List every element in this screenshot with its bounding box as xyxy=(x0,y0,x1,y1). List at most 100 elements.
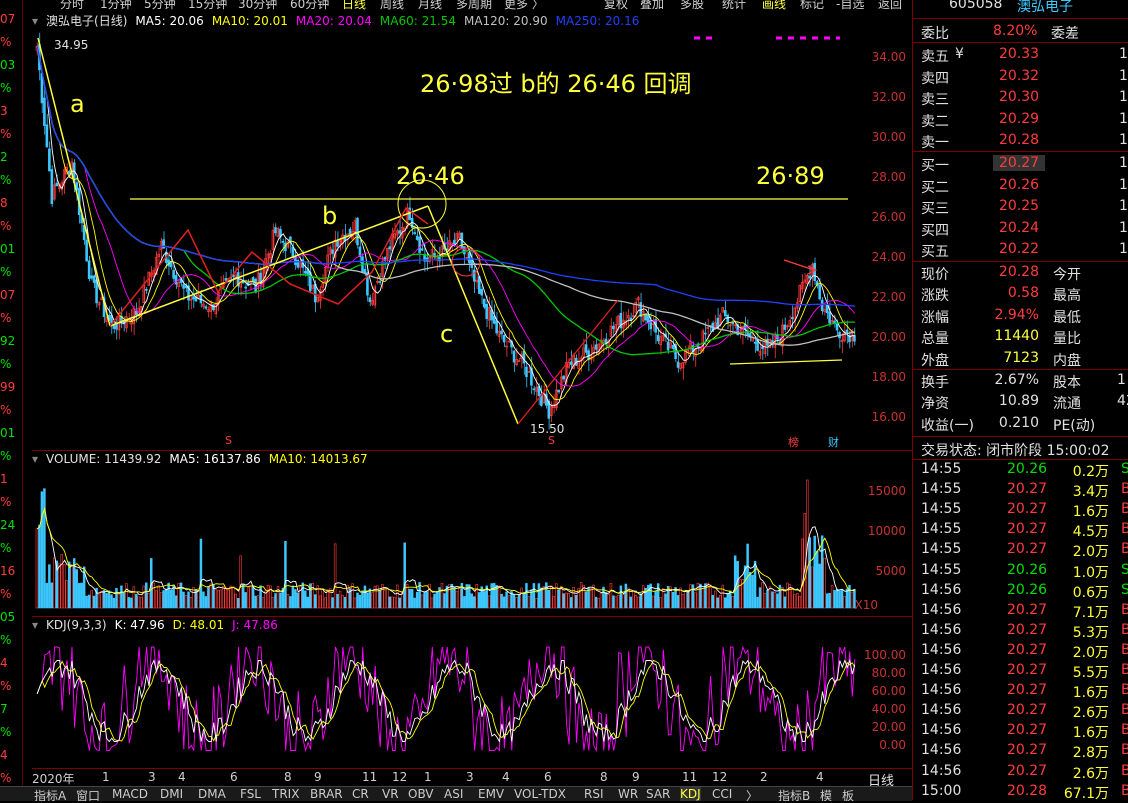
indicator-tab-4[interactable]: DMA xyxy=(198,787,226,801)
tick-row[interactable]: 14:56 20.27 2.0万 B xyxy=(913,641,1128,661)
left-strip-item[interactable]: 16 xyxy=(0,564,15,578)
buy-order-row[interactable]: 买四 20.24 1 xyxy=(913,218,1128,239)
indicator-tab-12[interactable]: EMV xyxy=(478,787,504,801)
left-strip-item[interactable]: % xyxy=(0,357,11,371)
tick-row[interactable]: 14:56 20.27 2.6万 B xyxy=(913,762,1128,782)
sell-order-row[interactable]: 卖二 20.29 1 xyxy=(913,109,1128,130)
left-strip-item[interactable]: 8 xyxy=(0,196,8,210)
menu-item-17[interactable]: -自选 xyxy=(836,0,864,12)
left-strip-item[interactable]: 7 xyxy=(0,702,8,716)
menu-item-13[interactable]: 多股 xyxy=(680,0,704,12)
indicator-tab-7[interactable]: BRAR xyxy=(310,787,343,801)
menu-item-3[interactable]: 15分钟 xyxy=(188,0,227,12)
left-strip-item[interactable]: 01 xyxy=(0,242,15,256)
left-strip-item[interactable]: % xyxy=(0,311,11,325)
tick-row[interactable]: 14:56 20.27 7.1万 B xyxy=(913,601,1128,621)
left-strip-item[interactable]: 2 xyxy=(0,150,8,164)
tick-row[interactable]: 14:55 20.27 1.6万 B xyxy=(913,500,1128,520)
buy-order-row[interactable]: 买五 20.22 1 xyxy=(913,239,1128,260)
left-strip-item[interactable]: 99 xyxy=(0,380,15,394)
indicator-tab-18[interactable]: CCI xyxy=(712,787,732,801)
indicator-tab-9[interactable]: VR xyxy=(382,787,399,801)
tick-row[interactable]: 14:56 20.27 5.5万 B xyxy=(913,661,1128,681)
left-strip-item[interactable]: 07 xyxy=(0,288,15,302)
indicator-tab-15[interactable]: WR xyxy=(618,787,638,801)
left-strip-item[interactable]: 01 xyxy=(0,426,15,440)
menu-item-6[interactable]: 日线 xyxy=(342,0,366,12)
left-strip-item[interactable]: 92 xyxy=(0,334,15,348)
indicator-tab-21[interactable]: 模 xyxy=(820,787,832,801)
indicator-tab-22[interactable]: 板 xyxy=(842,787,854,801)
left-strip-item[interactable]: % xyxy=(0,633,11,647)
menu-item-14[interactable]: 统计 xyxy=(722,0,746,12)
tick-row[interactable]: 14:55 20.27 3.4万 B xyxy=(913,480,1128,500)
menu-item-11[interactable]: 复权 xyxy=(604,0,628,12)
left-strip-item[interactable]: 4 xyxy=(0,748,8,762)
tick-row[interactable]: 14:55 20.27 4.5万 B xyxy=(913,520,1128,540)
tick-row[interactable]: 14:56 20.27 5.3万 B xyxy=(913,621,1128,641)
menu-item-16[interactable]: 标记 xyxy=(800,0,824,12)
left-strip-item[interactable]: % xyxy=(0,541,11,555)
tick-row[interactable]: 14:56 20.27 2.8万 B xyxy=(913,741,1128,761)
indicator-tab-14[interactable]: RSI xyxy=(584,787,604,801)
menu-item-4[interactable]: 30分钟 xyxy=(238,0,277,12)
left-strip-item[interactable]: % xyxy=(0,679,11,693)
indicator-tab-8[interactable]: CR xyxy=(352,787,369,801)
indicator-tab-5[interactable]: FSL xyxy=(240,787,261,801)
left-strip-item[interactable]: % xyxy=(0,403,11,417)
event-marker-s2[interactable]: S xyxy=(548,434,555,447)
indicator-tab-1[interactable]: 窗口 xyxy=(76,787,100,801)
indicator-tab-3[interactable]: DMI xyxy=(160,787,183,801)
event-marker-s1[interactable]: S xyxy=(225,434,232,447)
buy-order-row[interactable]: 买一 20.27 1 xyxy=(913,153,1128,174)
buy-order-row[interactable]: 买三 20.25 1 xyxy=(913,196,1128,217)
indicator-tab-20[interactable]: 指标B xyxy=(778,787,810,801)
left-strip-item[interactable]: % xyxy=(0,35,11,49)
sell-order-row[interactable]: 卖四 20.32 1 xyxy=(913,66,1128,87)
event-marker-bang[interactable]: 榜 xyxy=(788,434,799,450)
menu-item-10[interactable]: 更多 〉 xyxy=(504,0,544,12)
left-strip-item[interactable]: % xyxy=(0,127,11,141)
menu-item-12[interactable]: 叠加 xyxy=(640,0,664,12)
menu-item-5[interactable]: 60分钟 xyxy=(290,0,329,12)
left-strip-item[interactable]: 03 xyxy=(0,58,15,72)
indicator-tab-6[interactable]: TRIX xyxy=(272,787,299,801)
sell-order-row[interactable]: 卖一 20.28 1 xyxy=(913,130,1128,151)
tick-row[interactable]: 14:56 20.27 2.6万 B xyxy=(913,701,1128,721)
left-strip-item[interactable]: 3 xyxy=(0,104,8,118)
price-chart-panel[interactable]: ▾ 澳弘电子(日线) MA5: 20.06 MA10: 20.01 MA20: 20.0… xyxy=(32,12,912,451)
left-strip-item[interactable]: % xyxy=(0,219,11,233)
menu-item-7[interactable]: 周线 xyxy=(380,0,404,12)
indicator-tab-11[interactable]: ASI xyxy=(444,787,463,801)
indicator-tab-0[interactable]: 指标A xyxy=(34,787,66,801)
menu-item-1[interactable]: 1分钟 xyxy=(100,0,132,12)
tick-row[interactable]: 14:56 20.27 1.6万 B xyxy=(913,721,1128,741)
left-strip-item[interactable]: % xyxy=(0,587,11,601)
left-strip-item[interactable]: 05 xyxy=(0,610,15,624)
tick-row[interactable]: 14:55 20.26 0.2万 S xyxy=(913,460,1128,480)
tick-row[interactable]: 15:00 20.28 67.1万 B xyxy=(913,782,1128,802)
left-strip-item[interactable]: % xyxy=(0,495,11,509)
left-strip-item[interactable]: % xyxy=(0,725,11,739)
menu-item-8[interactable]: 月线 xyxy=(418,0,442,12)
left-strip-item[interactable]: 4 xyxy=(0,656,8,670)
volume-panel[interactable]: ▾ VOLUME: 11439.92 MA5: 16137.86 MA10: 1401… xyxy=(32,452,912,617)
left-strip-item[interactable]: % xyxy=(0,449,11,463)
sell-order-row[interactable]: 卖三 20.30 1 xyxy=(913,87,1128,108)
indicator-tab-2[interactable]: MACD xyxy=(112,787,148,801)
indicator-tab-17[interactable]: KDJ xyxy=(680,787,701,801)
left-strip-item[interactable]: % xyxy=(0,81,11,95)
tick-row[interactable]: 14:56 20.27 1.6万 B xyxy=(913,681,1128,701)
left-strip-item[interactable]: % xyxy=(0,771,11,785)
left-strip-item[interactable]: 24 xyxy=(0,518,15,532)
tick-row[interactable]: 14:56 20.26 0.6万 S xyxy=(913,581,1128,601)
kdj-chart-svg[interactable] xyxy=(32,618,912,768)
menu-item-9[interactable]: 多周期 xyxy=(456,0,492,12)
indicator-tab-10[interactable]: OBV xyxy=(408,787,434,801)
left-strip-item[interactable]: % xyxy=(0,173,11,187)
buy-order-row[interactable]: 买二 20.26 1 xyxy=(913,175,1128,196)
tick-row[interactable]: 14:55 20.26 1.0万 S xyxy=(913,561,1128,581)
left-strip-item[interactable]: 07 xyxy=(0,12,15,26)
menu-item-2[interactable]: 5分钟 xyxy=(144,0,176,12)
event-marker-cai[interactable]: 财 xyxy=(828,434,839,450)
